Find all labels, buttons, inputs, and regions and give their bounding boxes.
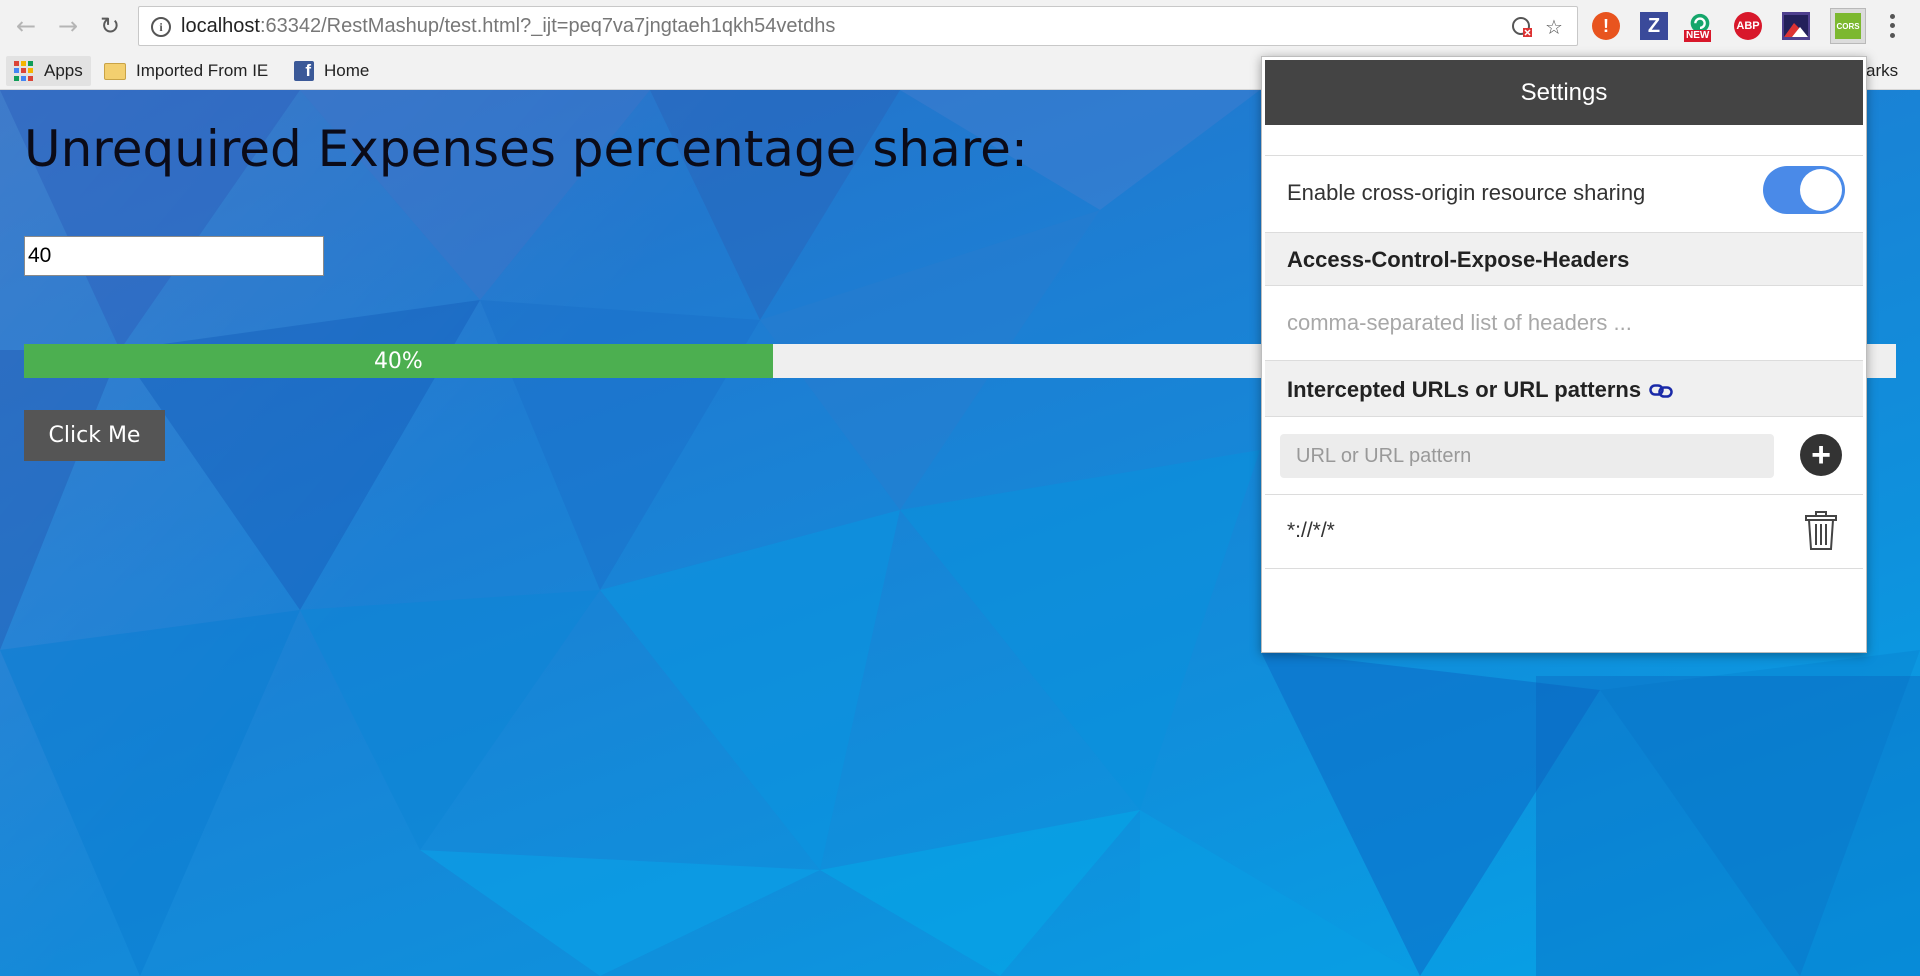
site-info-icon[interactable]: i (151, 17, 171, 37)
cors-extension-icon: CORS (1835, 13, 1861, 39)
url-pattern-placeholder: URL or URL pattern (1296, 444, 1472, 467)
alert-extension-icon[interactable]: ! (1592, 12, 1620, 40)
chrome-menu-icon[interactable] (1880, 12, 1904, 40)
apps-grid-icon (14, 61, 34, 81)
facebook-icon: f (294, 61, 314, 81)
other-bookmarks[interactable]: arks (1866, 56, 1898, 86)
blocked-content-icon[interactable] (1511, 16, 1533, 38)
expose-headers-placeholder: comma-separated list of headers ... (1287, 310, 1632, 335)
back-arrow-icon[interactable]: ← (10, 10, 42, 42)
toggle-knob (1800, 169, 1842, 211)
pattern-text: *://*/* (1287, 519, 1335, 542)
forward-arrow-icon[interactable]: → (52, 10, 84, 42)
bookmark-home-label: Home (324, 61, 370, 80)
link-icon[interactable] (1649, 384, 1673, 398)
intercepted-urls-title-text: Intercepted URLs or URL patterns (1287, 377, 1642, 402)
bookmark-apps-label: Apps (44, 61, 83, 80)
other-bookmarks-label: arks (1866, 61, 1899, 80)
browser-toolbar: ← → ↻ i localhost:63342/RestMashup/test.… (0, 0, 1920, 52)
reload-icon[interactable]: ↻ (94, 10, 126, 42)
address-bar[interactable]: i localhost:63342/RestMashup/test.html?_… (138, 6, 1578, 46)
expose-headers-header: Access-Control-Expose-Headers (1265, 232, 1863, 285)
zotero-extension-icon[interactable]: Z (1640, 12, 1668, 40)
add-url-button[interactable]: + (1800, 434, 1842, 476)
image-extension-icon[interactable] (1782, 12, 1810, 40)
folder-icon (104, 62, 126, 80)
popup-title: Settings (1520, 78, 1608, 106)
popup-header: Settings (1265, 60, 1863, 125)
click-me-button[interactable]: Click Me (24, 410, 165, 461)
progress-label: 40% (373, 348, 423, 374)
new-badge: NEW (1684, 30, 1712, 42)
alert-extension-label: ! (1603, 15, 1609, 36)
expose-headers-input[interactable]: comma-separated list of headers ... (1265, 285, 1863, 360)
url-pattern-input[interactable]: URL or URL pattern (1280, 434, 1774, 478)
bookmark-star-icon[interactable]: ☆ (1543, 15, 1565, 39)
intercepted-urls-header: Intercepted URLs or URL patterns (1265, 360, 1863, 416)
url-path: :63342/RestMashup/test.html?_ijt=peq7va7… (259, 15, 836, 37)
percentage-input[interactable] (24, 236, 324, 276)
progress-fill: 40% (24, 344, 773, 378)
zotero-extension-label: Z (1647, 14, 1661, 37)
url-text[interactable]: localhost:63342/RestMashup/test.html?_ij… (181, 15, 835, 38)
cors-toggle-row: Enable cross-origin resource sharing (1265, 155, 1863, 232)
adblock-plus-label: ABP (1736, 20, 1760, 32)
cors-toggle-label: Enable cross-origin resource sharing (1287, 180, 1646, 205)
expose-headers-title: Access-Control-Expose-Headers (1287, 247, 1630, 272)
page-title: Unrequired Expenses percentage share: (24, 120, 1028, 178)
bookmark-imported-label: Imported From IE (136, 61, 269, 80)
bookmark-home[interactable]: f Home (294, 56, 369, 86)
trash-icon[interactable] (1805, 511, 1837, 551)
cors-settings-popup: Settings Enable cross-origin resource sh… (1261, 56, 1867, 653)
bookmark-imported-from-ie[interactable]: Imported From IE (104, 56, 268, 86)
intercepted-urls-title: Intercepted URLs or URL patterns (1287, 377, 1673, 403)
bookmark-apps[interactable]: Apps (6, 56, 91, 86)
cors-toggle-switch[interactable] (1763, 166, 1845, 214)
add-url-row: URL or URL pattern + (1265, 416, 1863, 494)
url-host: localhost (181, 15, 260, 37)
grammarly-extension-icon[interactable]: NEW (1684, 12, 1714, 42)
pattern-list-item: *://*/* (1265, 494, 1863, 569)
adblock-plus-extension-icon[interactable]: ABP (1734, 12, 1762, 40)
cors-extension-button[interactable]: CORS (1830, 8, 1866, 44)
